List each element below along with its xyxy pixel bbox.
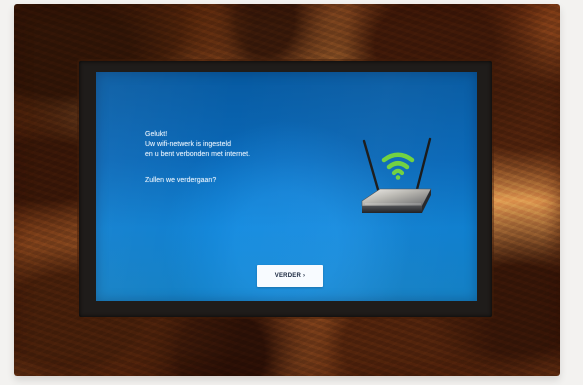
continue-button-label: VERDER bbox=[274, 273, 301, 279]
router-wifi-icon bbox=[361, 137, 432, 213]
router-wifi-icon bbox=[342, 126, 444, 228]
success-heading: Gelukt! bbox=[145, 131, 168, 138]
continue-question: Zullen we verdergaan? bbox=[145, 177, 217, 184]
setup-success-message: Gelukt! Uw wifi-netwerk is ingesteld en … bbox=[145, 130, 335, 186]
chevron-right-icon: › bbox=[303, 273, 306, 279]
success-line-1: Uw wifi-netwerk is ingesteld bbox=[145, 141, 231, 148]
frame-display: Gelukt! Uw wifi-netwerk is ingesteld en … bbox=[96, 72, 477, 301]
success-line-2: en u bent verbonden met internet. bbox=[145, 151, 251, 158]
message-gap bbox=[145, 160, 335, 176]
continue-button[interactable]: VERDER › bbox=[257, 265, 323, 287]
photo-frame-scene: Gelukt! Uw wifi-netwerk is ingesteld en … bbox=[0, 0, 583, 385]
